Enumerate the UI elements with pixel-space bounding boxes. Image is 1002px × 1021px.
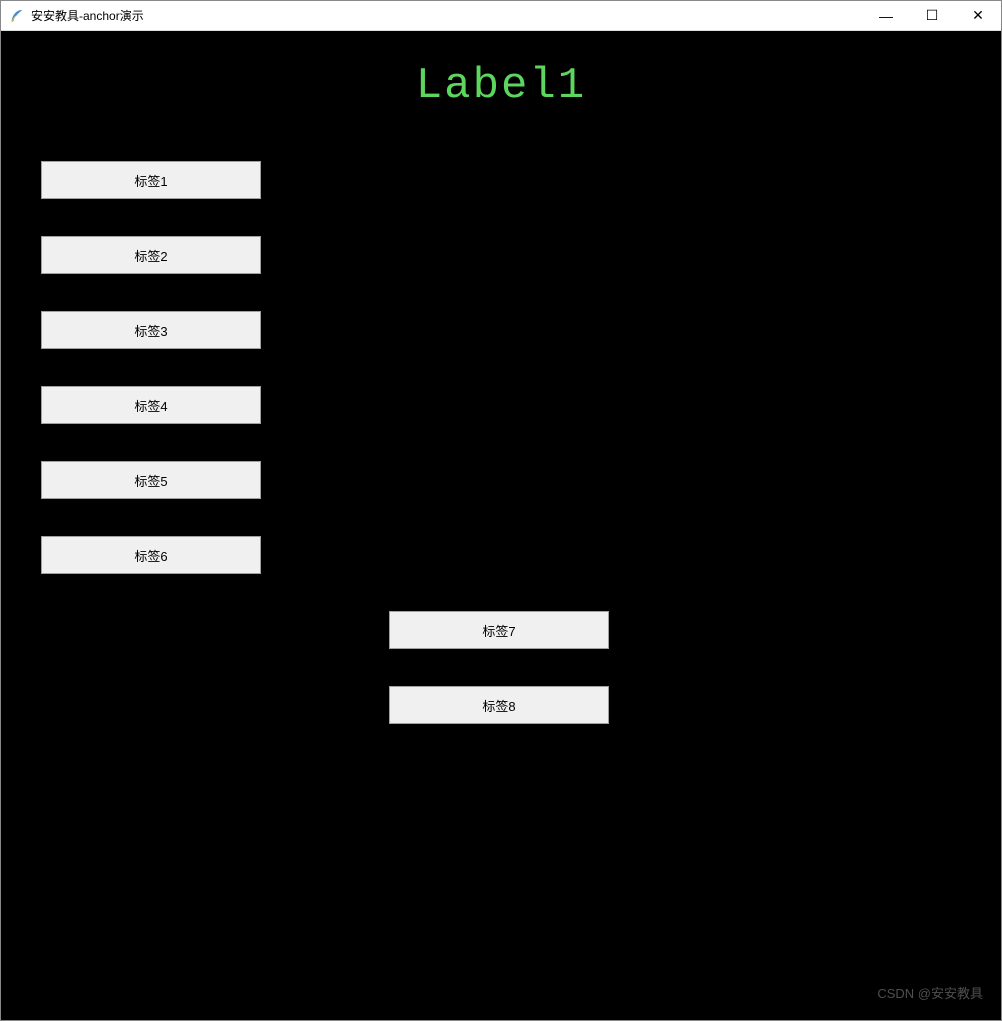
watermark: CSDN @安安教具 [877, 983, 983, 1002]
feather-icon [9, 8, 25, 24]
label-3: 标签3 [41, 311, 261, 349]
label-7: 标签7 [389, 611, 609, 649]
label-4: 标签4 [41, 386, 261, 424]
window-title: 安安教具-anchor演示 [31, 7, 863, 24]
label-2: 标签2 [41, 236, 261, 274]
window-controls: — ☐ ✕ [863, 1, 1001, 30]
close-button[interactable]: ✕ [955, 1, 1001, 30]
maximize-button[interactable]: ☐ [909, 1, 955, 30]
main-label: Label1 [416, 61, 586, 111]
label-1: 标签1 [41, 161, 261, 199]
minimize-button[interactable]: — [863, 1, 909, 30]
content-area: Label1 标签1 标签2 标签3 标签4 标签5 标签6 标签7 标签8 C… [1, 31, 1001, 1020]
titlebar: 安安教具-anchor演示 — ☐ ✕ [1, 1, 1001, 31]
label-6: 标签6 [41, 536, 261, 574]
label-5: 标签5 [41, 461, 261, 499]
app-window: 安安教具-anchor演示 — ☐ ✕ Label1 标签1 标签2 标签3 标… [0, 0, 1002, 1021]
label-8: 标签8 [389, 686, 609, 724]
